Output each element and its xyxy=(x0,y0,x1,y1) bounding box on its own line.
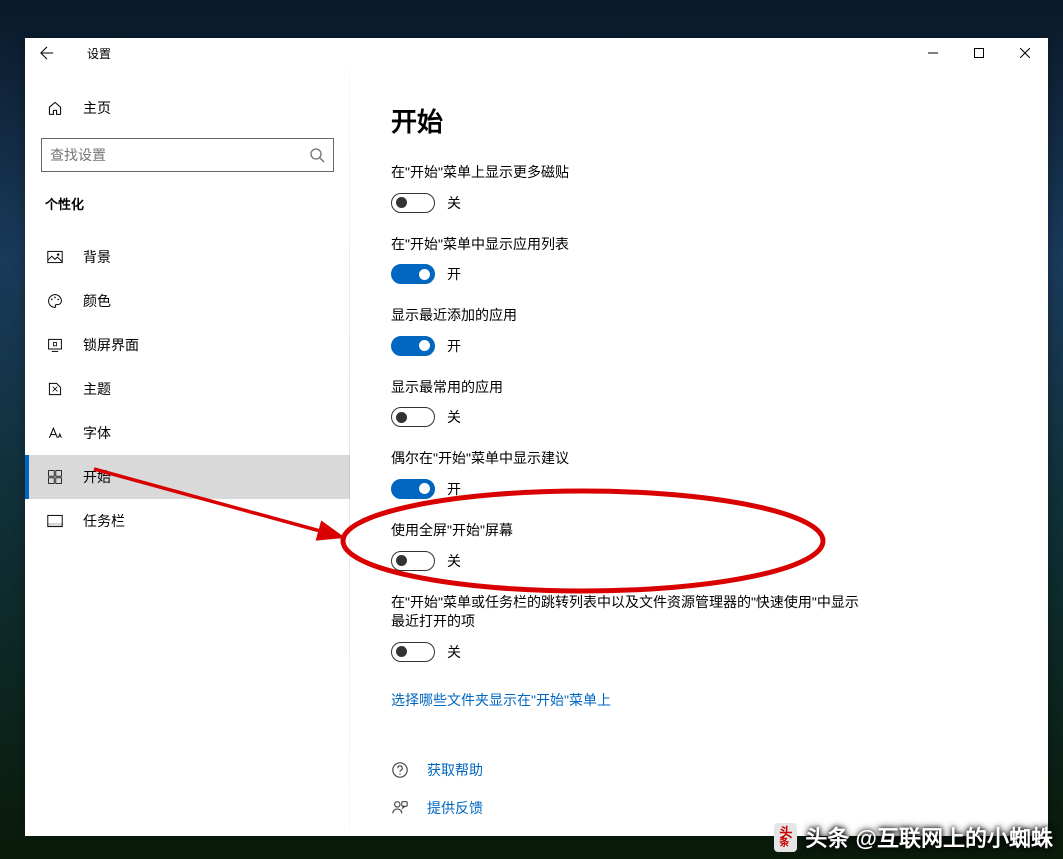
font-icon xyxy=(45,423,65,443)
taskbar-icon xyxy=(45,511,65,531)
sidebar-item-taskbar[interactable]: 任务栏 xyxy=(25,499,350,543)
setting-more-tiles: 在"开始"菜单上显示更多磁贴 关 xyxy=(391,163,1008,213)
theme-icon xyxy=(45,379,65,399)
home-row[interactable]: 主页 xyxy=(25,88,350,128)
setting-label: 在"开始"菜单上显示更多磁贴 xyxy=(391,163,871,183)
search-input[interactable] xyxy=(50,147,309,163)
sidebar: 主页 个性化 背景 xyxy=(25,68,351,836)
sidebar-item-label: 主题 xyxy=(83,379,111,399)
setting-label: 在"开始"菜单或任务栏的跳转列表中以及文件资源管理器的"快速使用"中显示最近打开… xyxy=(391,593,871,632)
choose-folders-link[interactable]: 选择哪些文件夹显示在"开始"菜单上 xyxy=(391,690,611,710)
sidebar-item-background[interactable]: 背景 xyxy=(25,235,350,279)
body: 主页 个性化 背景 xyxy=(25,68,1048,836)
palette-icon xyxy=(45,291,65,311)
setting-app-list: 在"开始"菜单中显示应用列表 开 xyxy=(391,235,1008,285)
watermark: 头条 头条 @互联网上的小蜘蛛 xyxy=(774,821,1053,853)
home-icon xyxy=(45,98,65,118)
help-label: 获取帮助 xyxy=(427,760,483,780)
watermark-badge-icon: 头条 xyxy=(774,823,797,852)
back-arrow-icon xyxy=(40,46,54,60)
page-title: 开始 xyxy=(391,102,1008,139)
toggle-most-used[interactable] xyxy=(391,407,435,427)
content: 开始 在"开始"菜单上显示更多磁贴 关 在"开始"菜单中显示应用列表 开 显示最… xyxy=(351,68,1048,836)
titlebar: 设置 xyxy=(25,38,1048,68)
maximize-icon xyxy=(974,48,984,58)
search-box[interactable] xyxy=(41,138,334,172)
setting-label: 显示最常用的应用 xyxy=(391,378,871,398)
feedback-icon xyxy=(391,799,409,817)
setting-fullscreen: 使用全屏"开始"屏幕 关 xyxy=(391,521,1008,571)
setting-suggestions: 偶尔在"开始"菜单中显示建议 开 xyxy=(391,449,1008,499)
minimize-button[interactable] xyxy=(910,38,956,68)
minimize-icon xyxy=(928,48,938,58)
toggle-state: 开 xyxy=(447,264,461,284)
setting-recent-items: 在"开始"菜单或任务栏的跳转列表中以及文件资源管理器的"快速使用"中显示最近打开… xyxy=(391,593,1008,662)
setting-most-used: 显示最常用的应用 关 xyxy=(391,378,1008,428)
sidebar-item-start[interactable]: 开始 xyxy=(25,455,350,499)
toggle-state: 开 xyxy=(447,479,461,499)
back-button[interactable] xyxy=(25,38,69,68)
search-wrap xyxy=(25,128,350,186)
toggle-state: 关 xyxy=(447,642,461,662)
window-title: 设置 xyxy=(87,45,111,62)
search-icon xyxy=(309,147,325,163)
picture-icon xyxy=(45,247,65,267)
close-icon xyxy=(1020,48,1030,58)
watermark-text: 头条 @互联网上的小蜘蛛 xyxy=(805,821,1053,853)
setting-label: 在"开始"菜单中显示应用列表 xyxy=(391,235,871,255)
sidebar-item-label: 锁屏界面 xyxy=(83,335,139,355)
toggle-recently-added[interactable] xyxy=(391,336,435,356)
sidebar-item-label: 颜色 xyxy=(83,291,111,311)
setting-label: 显示最近添加的应用 xyxy=(391,306,871,326)
sidebar-item-label: 背景 xyxy=(83,247,111,267)
toggle-fullscreen[interactable] xyxy=(391,551,435,571)
help-icon xyxy=(391,761,409,779)
lockscreen-icon xyxy=(45,335,65,355)
toggle-more-tiles[interactable] xyxy=(391,193,435,213)
sidebar-item-lockscreen[interactable]: 锁屏界面 xyxy=(25,323,350,367)
sidebar-item-colors[interactable]: 颜色 xyxy=(25,279,350,323)
setting-label: 偶尔在"开始"菜单中显示建议 xyxy=(391,449,871,469)
toggle-app-list[interactable] xyxy=(391,264,435,284)
start-icon xyxy=(45,467,65,487)
feedback-label: 提供反馈 xyxy=(427,798,483,818)
toggle-state: 关 xyxy=(447,193,461,213)
sidebar-item-label: 任务栏 xyxy=(83,511,125,531)
section-label: 个性化 xyxy=(25,186,350,227)
maximize-button[interactable] xyxy=(956,38,1002,68)
settings-window: 设置 主页 xyxy=(25,38,1048,836)
toggle-state: 开 xyxy=(447,336,461,356)
nav-list: 背景 颜色 锁屏界面 xyxy=(25,235,350,543)
sidebar-item-label: 开始 xyxy=(83,467,111,487)
toggle-suggestions[interactable] xyxy=(391,479,435,499)
toggle-state: 关 xyxy=(447,407,461,427)
sidebar-item-fonts[interactable]: 字体 xyxy=(25,411,350,455)
close-button[interactable] xyxy=(1002,38,1048,68)
get-help-link[interactable]: 获取帮助 xyxy=(391,760,1008,780)
home-label: 主页 xyxy=(83,98,111,118)
setting-label: 使用全屏"开始"屏幕 xyxy=(391,521,871,541)
setting-recently-added: 显示最近添加的应用 开 xyxy=(391,306,1008,356)
window-controls xyxy=(910,38,1048,68)
help-rows: 获取帮助 提供反馈 xyxy=(391,760,1008,818)
give-feedback-link[interactable]: 提供反馈 xyxy=(391,798,1008,818)
toggle-recent-items[interactable] xyxy=(391,642,435,662)
sidebar-item-themes[interactable]: 主题 xyxy=(25,367,350,411)
toggle-state: 关 xyxy=(447,551,461,571)
sidebar-item-label: 字体 xyxy=(83,423,111,443)
